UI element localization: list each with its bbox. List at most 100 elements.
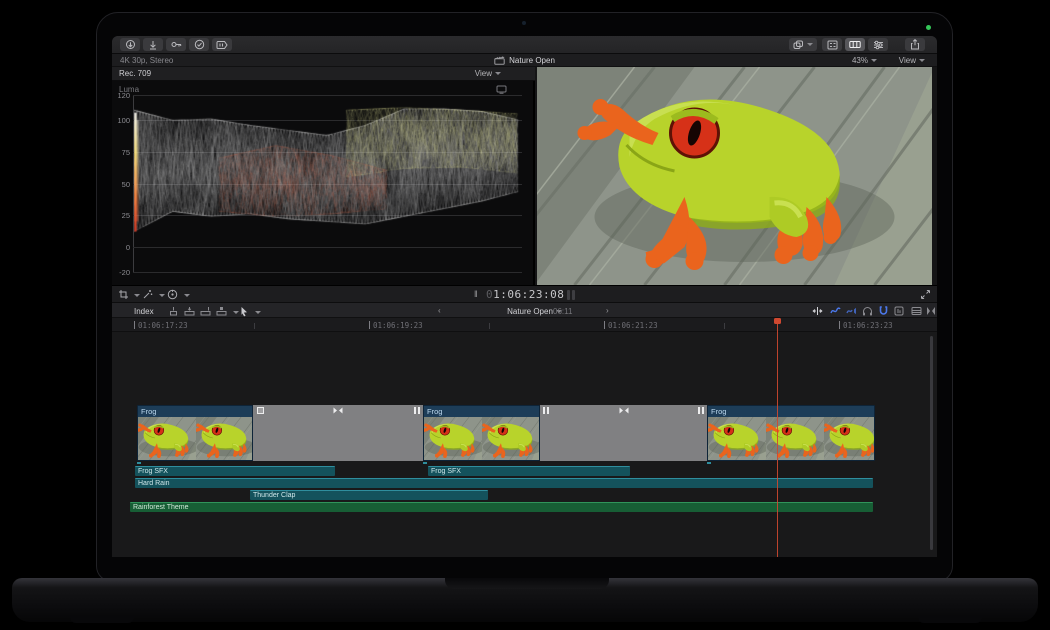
- effects-icon: [216, 40, 228, 50]
- clip-thumbnail: [482, 417, 539, 461]
- chevron-down-icon[interactable]: [159, 294, 165, 297]
- headphones-icon: [862, 306, 873, 316]
- audio-clip-frog-sfx-1[interactable]: Frog SFX: [135, 466, 335, 476]
- clip-marker-icon: [257, 407, 264, 414]
- skimming-toggle[interactable]: [830, 306, 841, 316]
- project-title: Nature Open: [112, 56, 937, 65]
- chevron-down-icon[interactable]: [184, 294, 190, 297]
- overwrite-edit-button[interactable]: [216, 306, 227, 316]
- viewer-view-menu[interactable]: View: [899, 56, 925, 65]
- project-duration: 06:11: [553, 307, 572, 316]
- share-icon: [910, 39, 920, 50]
- laptop-base: [12, 578, 1038, 622]
- grid-icon: [827, 40, 838, 50]
- timeline-toolbar: Index ‹ Nature Open 06:11 ›: [112, 302, 937, 318]
- audio-meters-button[interactable]: [894, 306, 904, 316]
- clip-appearance-icon: [911, 306, 922, 316]
- tools-menu-button[interactable]: [240, 306, 249, 317]
- video-clip-frog-2[interactable]: Frog: [423, 405, 540, 461]
- webcam-icon: [522, 21, 526, 25]
- download-button[interactable]: [143, 38, 163, 51]
- paste-attributes-button[interactable]: [789, 38, 817, 51]
- clip-title: Frog: [708, 406, 874, 417]
- chevron-down-icon: [495, 72, 501, 75]
- chevron-down-icon[interactable]: [233, 311, 239, 314]
- audio-clip-rainforest-theme[interactable]: Rainforest Theme: [130, 502, 873, 512]
- duplicate-icon: [793, 40, 804, 50]
- video-clip-frog-3[interactable]: Frog: [707, 405, 875, 461]
- clip-title: Frog: [138, 406, 252, 417]
- trim-button[interactable]: [812, 306, 823, 316]
- tick-neg20: -20: [112, 268, 130, 277]
- crop-tool-button[interactable]: [118, 289, 129, 300]
- check-circle-icon: [194, 39, 205, 50]
- gap-clip-1[interactable]: [253, 405, 423, 461]
- scope-view-menu[interactable]: View: [475, 69, 501, 78]
- clip-title: Frog: [424, 406, 539, 417]
- video-clip-frog-1[interactable]: Frog: [137, 405, 253, 461]
- arrow-cursor-icon: [240, 306, 249, 317]
- pause-indicator[interactable]: ‖: [474, 289, 478, 299]
- timeline-tracks: Frog Frog: [112, 332, 937, 557]
- audio-clip-frog-sfx-2[interactable]: Frog SFX: [428, 466, 630, 476]
- status-led: [926, 25, 931, 30]
- audio-skimming-toggle[interactable]: [846, 306, 857, 316]
- append-edit-button[interactable]: [200, 306, 211, 316]
- timecode-display[interactable]: 01:06:23:08: [486, 288, 564, 301]
- viewer-canvas: [537, 67, 932, 285]
- chevron-down-icon[interactable]: [255, 311, 261, 314]
- tick-75: 75: [112, 148, 130, 157]
- connect-clip-icon: [168, 306, 179, 316]
- background-tasks-button[interactable]: [189, 38, 209, 51]
- connect-edit-button[interactable]: [168, 306, 179, 316]
- crop-icon: [118, 289, 129, 300]
- clip-appearance-button[interactable]: [911, 306, 922, 316]
- filmstrip-view-button[interactable]: [845, 38, 865, 51]
- color-correction-button[interactable]: [167, 289, 178, 300]
- gap-clip-2[interactable]: [540, 405, 707, 461]
- laptop-foot-right: [918, 616, 982, 623]
- lid-notch: [445, 578, 609, 589]
- viewer-zoom-menu[interactable]: 43%: [852, 56, 877, 65]
- clip-thumbnail: [424, 417, 482, 461]
- timeline-ruler[interactable]: 01:06:17:23 01:06:19:23 01:06:21:23 01:0…: [112, 318, 937, 332]
- clip-thumbnail: [196, 417, 252, 461]
- timeline-scrollbar[interactable]: [930, 336, 933, 550]
- keywords-button[interactable]: [166, 38, 186, 51]
- clip-thumbnail: [708, 417, 766, 461]
- playhead-line[interactable]: [777, 318, 778, 557]
- browser-view-button[interactable]: [822, 38, 842, 51]
- inspector-button[interactable]: [868, 38, 888, 51]
- chevron-down-icon[interactable]: [134, 294, 140, 297]
- ruler-label-4: 01:06:23:23: [843, 321, 893, 330]
- transition-marker-icon: [333, 407, 343, 414]
- share-button[interactable]: [905, 38, 925, 51]
- history-back-button[interactable]: ‹: [438, 306, 441, 315]
- audio-clip-hard-rain[interactable]: Hard Rain: [135, 478, 873, 488]
- audio-clip-thunder-clap[interactable]: Thunder Clap: [250, 490, 488, 500]
- color-wheel-icon: [167, 289, 178, 300]
- history-forward-button[interactable]: ›: [606, 306, 609, 315]
- luma-scope-panel: Luma 120 100 75 50 25 0 -20: [112, 81, 535, 285]
- key-icon: [171, 40, 182, 49]
- display-settings-icon[interactable]: [496, 85, 507, 94]
- enhance-button[interactable]: [142, 289, 153, 300]
- meters-icon: [894, 306, 904, 316]
- fcp-window: 4K 30p, Stereo Nature Open 43% View Rec.…: [112, 36, 937, 557]
- sliders-icon: [873, 40, 884, 50]
- zoom-fit-button[interactable]: [926, 306, 936, 316]
- timeline-breadcrumb[interactable]: Nature Open: [472, 307, 597, 316]
- luma-waveform: [134, 95, 520, 272]
- insert-edit-button[interactable]: [184, 306, 195, 316]
- effects-browser-button[interactable]: [212, 38, 232, 51]
- overwrite-clip-icon: [216, 306, 227, 316]
- import-media-button[interactable]: [120, 38, 140, 51]
- download-icon: [148, 40, 158, 50]
- index-button[interactable]: Index: [134, 307, 154, 316]
- skimming-icon: [830, 306, 841, 316]
- trim-icon: [812, 306, 823, 316]
- color-space-label: Rec. 709: [119, 69, 151, 78]
- snapping-toggle[interactable]: [878, 306, 889, 316]
- solo-toggle[interactable]: [862, 306, 873, 316]
- fullscreen-button[interactable]: [920, 289, 931, 300]
